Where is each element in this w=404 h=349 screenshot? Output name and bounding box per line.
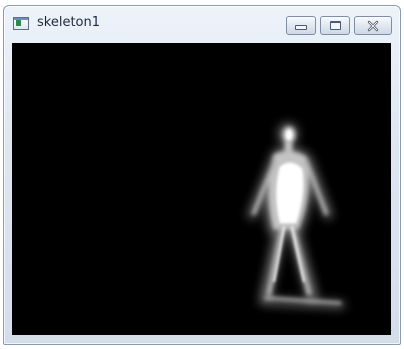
maximize-icon	[329, 21, 341, 30]
window-title: skeleton1	[37, 15, 101, 30]
minimize-button[interactable]	[286, 16, 316, 35]
app-window-icon[interactable]	[13, 17, 29, 30]
close-icon	[367, 20, 379, 31]
title-bar[interactable]: skeleton1	[4, 6, 400, 42]
maximize-button[interactable]	[320, 16, 350, 35]
skeleton-silhouette-image	[12, 43, 391, 335]
skeleton-view-canvas[interactable]	[12, 43, 391, 335]
skeleton1-window: skeleton1	[3, 5, 401, 345]
close-button[interactable]	[354, 16, 392, 35]
minimize-icon	[295, 25, 307, 30]
